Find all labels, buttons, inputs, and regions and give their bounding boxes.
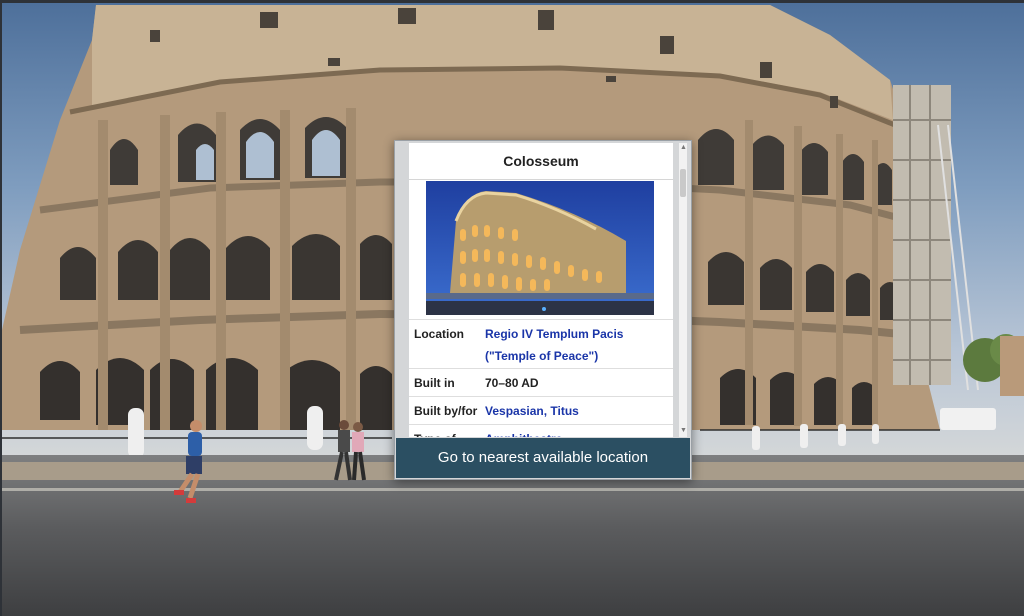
info-row-built-by: Built by/for Vespasian, Titus xyxy=(409,396,673,425)
info-row-type: Type of Amphitheatre xyxy=(409,424,673,437)
location-link[interactable]: Regio IV Templum Pacis ("Temple of Peace… xyxy=(485,323,665,367)
scrollbar-thumb[interactable] xyxy=(680,169,686,197)
left-frame-bar xyxy=(0,0,2,616)
builders-link[interactable]: Vespasian, Titus xyxy=(485,400,665,422)
scroll-up-arrow-icon[interactable]: ▲ xyxy=(680,144,687,152)
info-key: Built in xyxy=(414,376,455,390)
info-key: Type of xyxy=(414,432,484,437)
info-key: Location xyxy=(414,327,464,341)
info-value: 70–80 AD xyxy=(485,376,539,390)
place-title: Colosseum xyxy=(503,153,579,169)
info-key: Built by/for xyxy=(414,404,478,418)
top-frame-bar xyxy=(0,0,1024,3)
type-link[interactable]: Amphitheatre xyxy=(485,428,665,437)
walkers-figure xyxy=(334,420,366,481)
colosseum-thumbnail xyxy=(426,181,654,315)
scroll-down-arrow-icon[interactable]: ▼ xyxy=(680,427,687,435)
go-to-location-button[interactable]: Go to nearest available location xyxy=(396,438,690,478)
info-row-built-in: Built in 70–80 AD xyxy=(409,368,673,397)
info-scrollbar[interactable]: ▲ ▼ xyxy=(679,143,687,437)
title-divider xyxy=(409,179,673,180)
runner-figure xyxy=(174,420,202,503)
info-row-location: Location Regio IV Templum Pacis ("Temple… xyxy=(409,319,673,368)
road-line xyxy=(0,488,1024,491)
place-info-card: Colosseum Location Regio IV Templum Paci… xyxy=(394,140,692,480)
info-card-content[interactable]: Colosseum Location Regio IV Templum Paci… xyxy=(409,143,673,437)
